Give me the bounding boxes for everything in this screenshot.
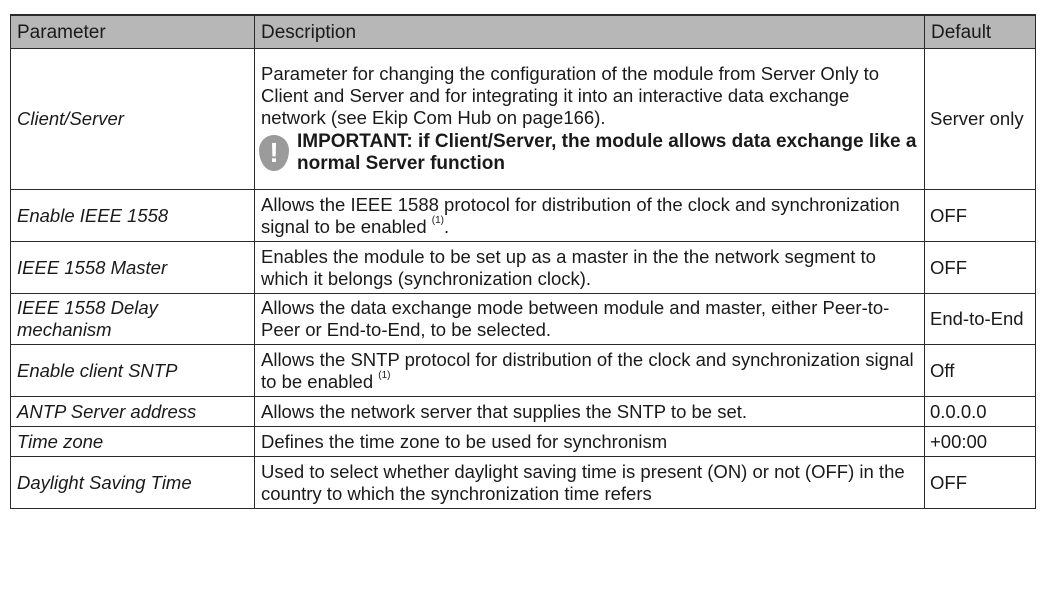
table-row: IEEE 1558 Delay mechanism Allows the dat… xyxy=(10,293,1036,345)
parameter-cell: IEEE 1558 Master xyxy=(10,241,255,294)
description-trail: . xyxy=(443,215,450,237)
description-cell: Used to select whether daylight saving t… xyxy=(254,456,925,509)
default-cell: +00:00 xyxy=(924,426,1036,457)
header-description: Description xyxy=(254,14,925,49)
description-cell: Allows the SNTP protocol for distributio… xyxy=(254,344,925,397)
table-row: Enable IEEE 1558 Allows the IEEE 1588 pr… xyxy=(10,189,1036,242)
footnote-marker: (1) xyxy=(431,215,444,227)
parameter-cell: Client/Server xyxy=(10,48,255,190)
description-cell: Allows the network server that supplies … xyxy=(254,396,925,427)
description-cell: Defines the time zone to be used for syn… xyxy=(254,426,925,457)
table-row: Client/Server Parameter for changing the… xyxy=(10,48,1036,190)
table-row: Time zone Defines the time zone to be us… xyxy=(10,426,1036,457)
table-row: ANTP Server address Allows the network s… xyxy=(10,396,1036,427)
table-row: IEEE 1558 Master Enables the module to b… xyxy=(10,241,1036,294)
description-cell: Allows the IEEE 1588 protocol for distri… xyxy=(254,189,925,242)
table-row: Enable client SNTP Allows the SNTP proto… xyxy=(10,344,1036,397)
parameter-cell: IEEE 1558 Delay mechanism xyxy=(10,293,255,345)
parameter-cell: Enable client SNTP xyxy=(10,344,255,397)
default-cell: OFF xyxy=(924,189,1036,242)
default-cell: 0.0.0.0 xyxy=(924,396,1036,427)
parameter-cell: Time zone xyxy=(10,426,255,457)
default-cell: End-to-End xyxy=(924,293,1036,345)
default-cell: Off xyxy=(924,344,1036,397)
default-cell: Server only xyxy=(924,48,1036,190)
default-cell: OFF xyxy=(924,456,1036,509)
header-parameter: Parameter xyxy=(10,14,255,49)
table-header-row: Parameter Description Default xyxy=(10,14,1036,49)
footnote-marker: (1) xyxy=(378,370,391,382)
description-text: Allows the SNTP protocol for distributio… xyxy=(261,348,914,392)
description-cell: Allows the data exchange mode between mo… xyxy=(254,293,925,345)
parameter-cell: ANTP Server address xyxy=(10,396,255,427)
description-cell: Enables the module to be set up as a mas… xyxy=(254,241,925,294)
default-cell: OFF xyxy=(924,241,1036,294)
warning-exclamation-icon: ! xyxy=(259,131,289,175)
description-text: Parameter for changing the configuration… xyxy=(261,63,880,128)
description-cell: Parameter for changing the configuration… xyxy=(254,48,925,190)
description-text: Allows the IEEE 1588 protocol for distri… xyxy=(261,193,900,237)
parameter-table: Parameter Description Default Client/Ser… xyxy=(10,14,1036,509)
table-row: Daylight Saving Time Used to select whet… xyxy=(10,456,1036,509)
parameter-cell: Enable IEEE 1558 xyxy=(10,189,255,242)
header-default: Default xyxy=(924,14,1036,49)
important-text: IMPORTANT: if Client/Server, the module … xyxy=(297,131,917,174)
important-note: ! IMPORTANT: if Client/Server, the modul… xyxy=(259,131,918,175)
parameter-cell: Daylight Saving Time xyxy=(10,456,255,509)
